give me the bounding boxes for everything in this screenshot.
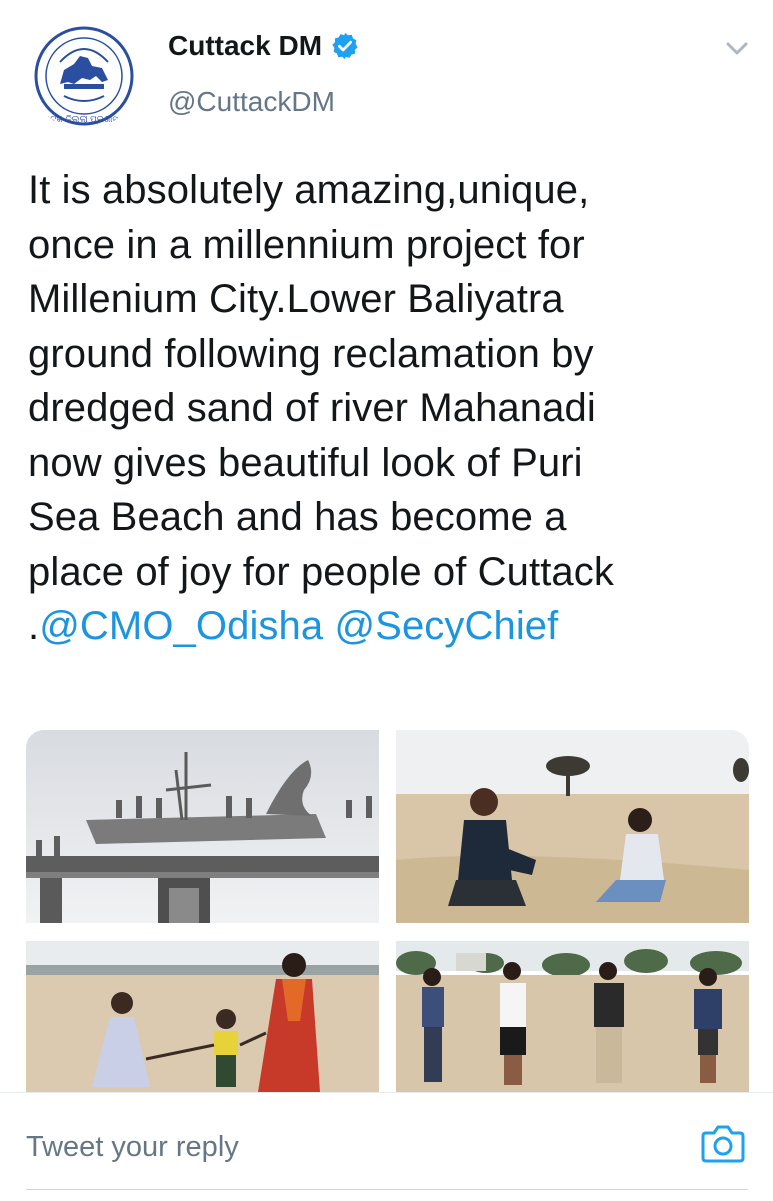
tweet-text-line: It is absolutely amazing,unique, [28,168,590,212]
reply-input[interactable]: Tweet your reply [26,1131,239,1164]
tweet-text-line: Sea Beach and has become a [28,495,567,539]
author-name-row[interactable]: Cuttack DM [168,30,360,62]
media-grid [26,730,750,1092]
photo-boat-gate[interactable] [26,730,379,923]
author-display-name[interactable]: Cuttack DM [168,30,322,62]
author-handle[interactable]: @CuttackDM [168,86,335,118]
reply-composer: Tweet your reply [0,1092,773,1201]
photo-family-walk[interactable] [26,941,379,1092]
avatar[interactable]: କଟକ ଜିଲ୍ଲା ପ୍ରଶାସନ [30,22,138,130]
tweet-header: କଟକ ଜିଲ୍ଲା ପ୍ରଶାସନ Cuttack DM @CuttackDM [0,0,773,150]
tweet-text-line: now gives beautiful look of Puri [28,440,583,485]
avatar-caption: କଟକ ଜିଲ୍ଲା ପ୍ରଶାସନ [44,114,125,124]
mention-secy-chief[interactable]: @SecyChief [334,604,558,648]
photo-children-sand[interactable] [396,730,749,923]
tweet-text-line: dredged sand of river Mahanadi [28,386,596,430]
tweet-text-line: place of joy for people of Cuttack [28,549,614,594]
tweet-text-line-mentions: .@CMO_Odisha @SecyChief [28,599,758,654]
chevron-down-icon[interactable] [722,36,752,62]
district-emblem-logo: କଟକ ଜିଲ୍ଲା ପ୍ରଶାସନ [34,26,134,126]
reply-divider [26,1189,748,1190]
tweet-text-line: ground following reclamation by [28,331,594,376]
period-prefix: . [28,604,40,648]
verified-badge-icon [332,32,358,60]
photo-men-walking[interactable] [396,941,749,1092]
camera-icon[interactable] [700,1121,746,1165]
tweet-text-line: once in a millennium project for [28,222,585,267]
mention-cmo-odisha[interactable]: @CMO_Odisha [39,604,323,648]
tweet-text-line: Millenium City.Lower Baliyatra [28,277,564,321]
tweet-text: It is absolutely amazing,unique, once in… [28,163,758,654]
